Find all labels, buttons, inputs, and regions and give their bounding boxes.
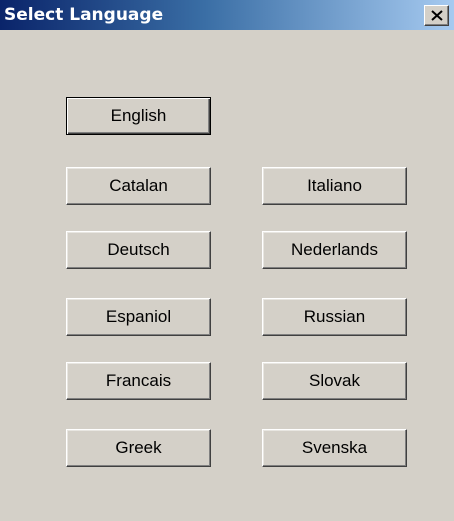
slovak-button[interactable]: Slovak (262, 362, 407, 400)
english-button[interactable]: English (66, 97, 211, 135)
close-button[interactable] (424, 5, 449, 26)
catalan-button[interactable]: Catalan (66, 167, 211, 205)
greek-button[interactable]: Greek (66, 429, 211, 467)
francais-button[interactable]: Francais (66, 362, 211, 400)
espaniol-button[interactable]: Espaniol (66, 298, 211, 336)
select-language-dialog: Select Language English Catalan Italiano… (0, 0, 454, 521)
nederlands-button[interactable]: Nederlands (262, 231, 407, 269)
russian-button[interactable]: Russian (262, 298, 407, 336)
svenska-button[interactable]: Svenska (262, 429, 407, 467)
deutsch-button[interactable]: Deutsch (66, 231, 211, 269)
title-bar[interactable]: Select Language (0, 0, 454, 30)
window-title: Select Language (4, 5, 164, 25)
close-icon (431, 10, 443, 21)
italiano-button[interactable]: Italiano (262, 167, 407, 205)
